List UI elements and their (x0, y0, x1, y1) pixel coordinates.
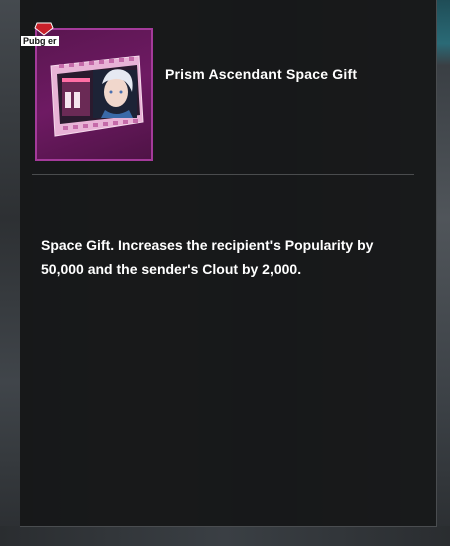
watermark-logo: Pubg er (21, 22, 67, 52)
game-screen: Prism Ascendant Space Gift Space Gift. I… (0, 0, 450, 546)
item-description: Space Gift. Increases the recipient's Po… (41, 237, 374, 277)
shield-logo-icon (34, 22, 54, 36)
watermark-text: Pubg er (21, 36, 59, 46)
item-detail-panel: Prism Ascendant Space Gift Space Gift. I… (20, 0, 437, 527)
background-right (436, 0, 450, 546)
background-left (0, 0, 20, 546)
divider (32, 174, 414, 175)
film-reel-portrait-icon (50, 55, 144, 137)
item-name: Prism Ascendant Space Gift (165, 66, 358, 82)
background-bottom (0, 526, 450, 546)
